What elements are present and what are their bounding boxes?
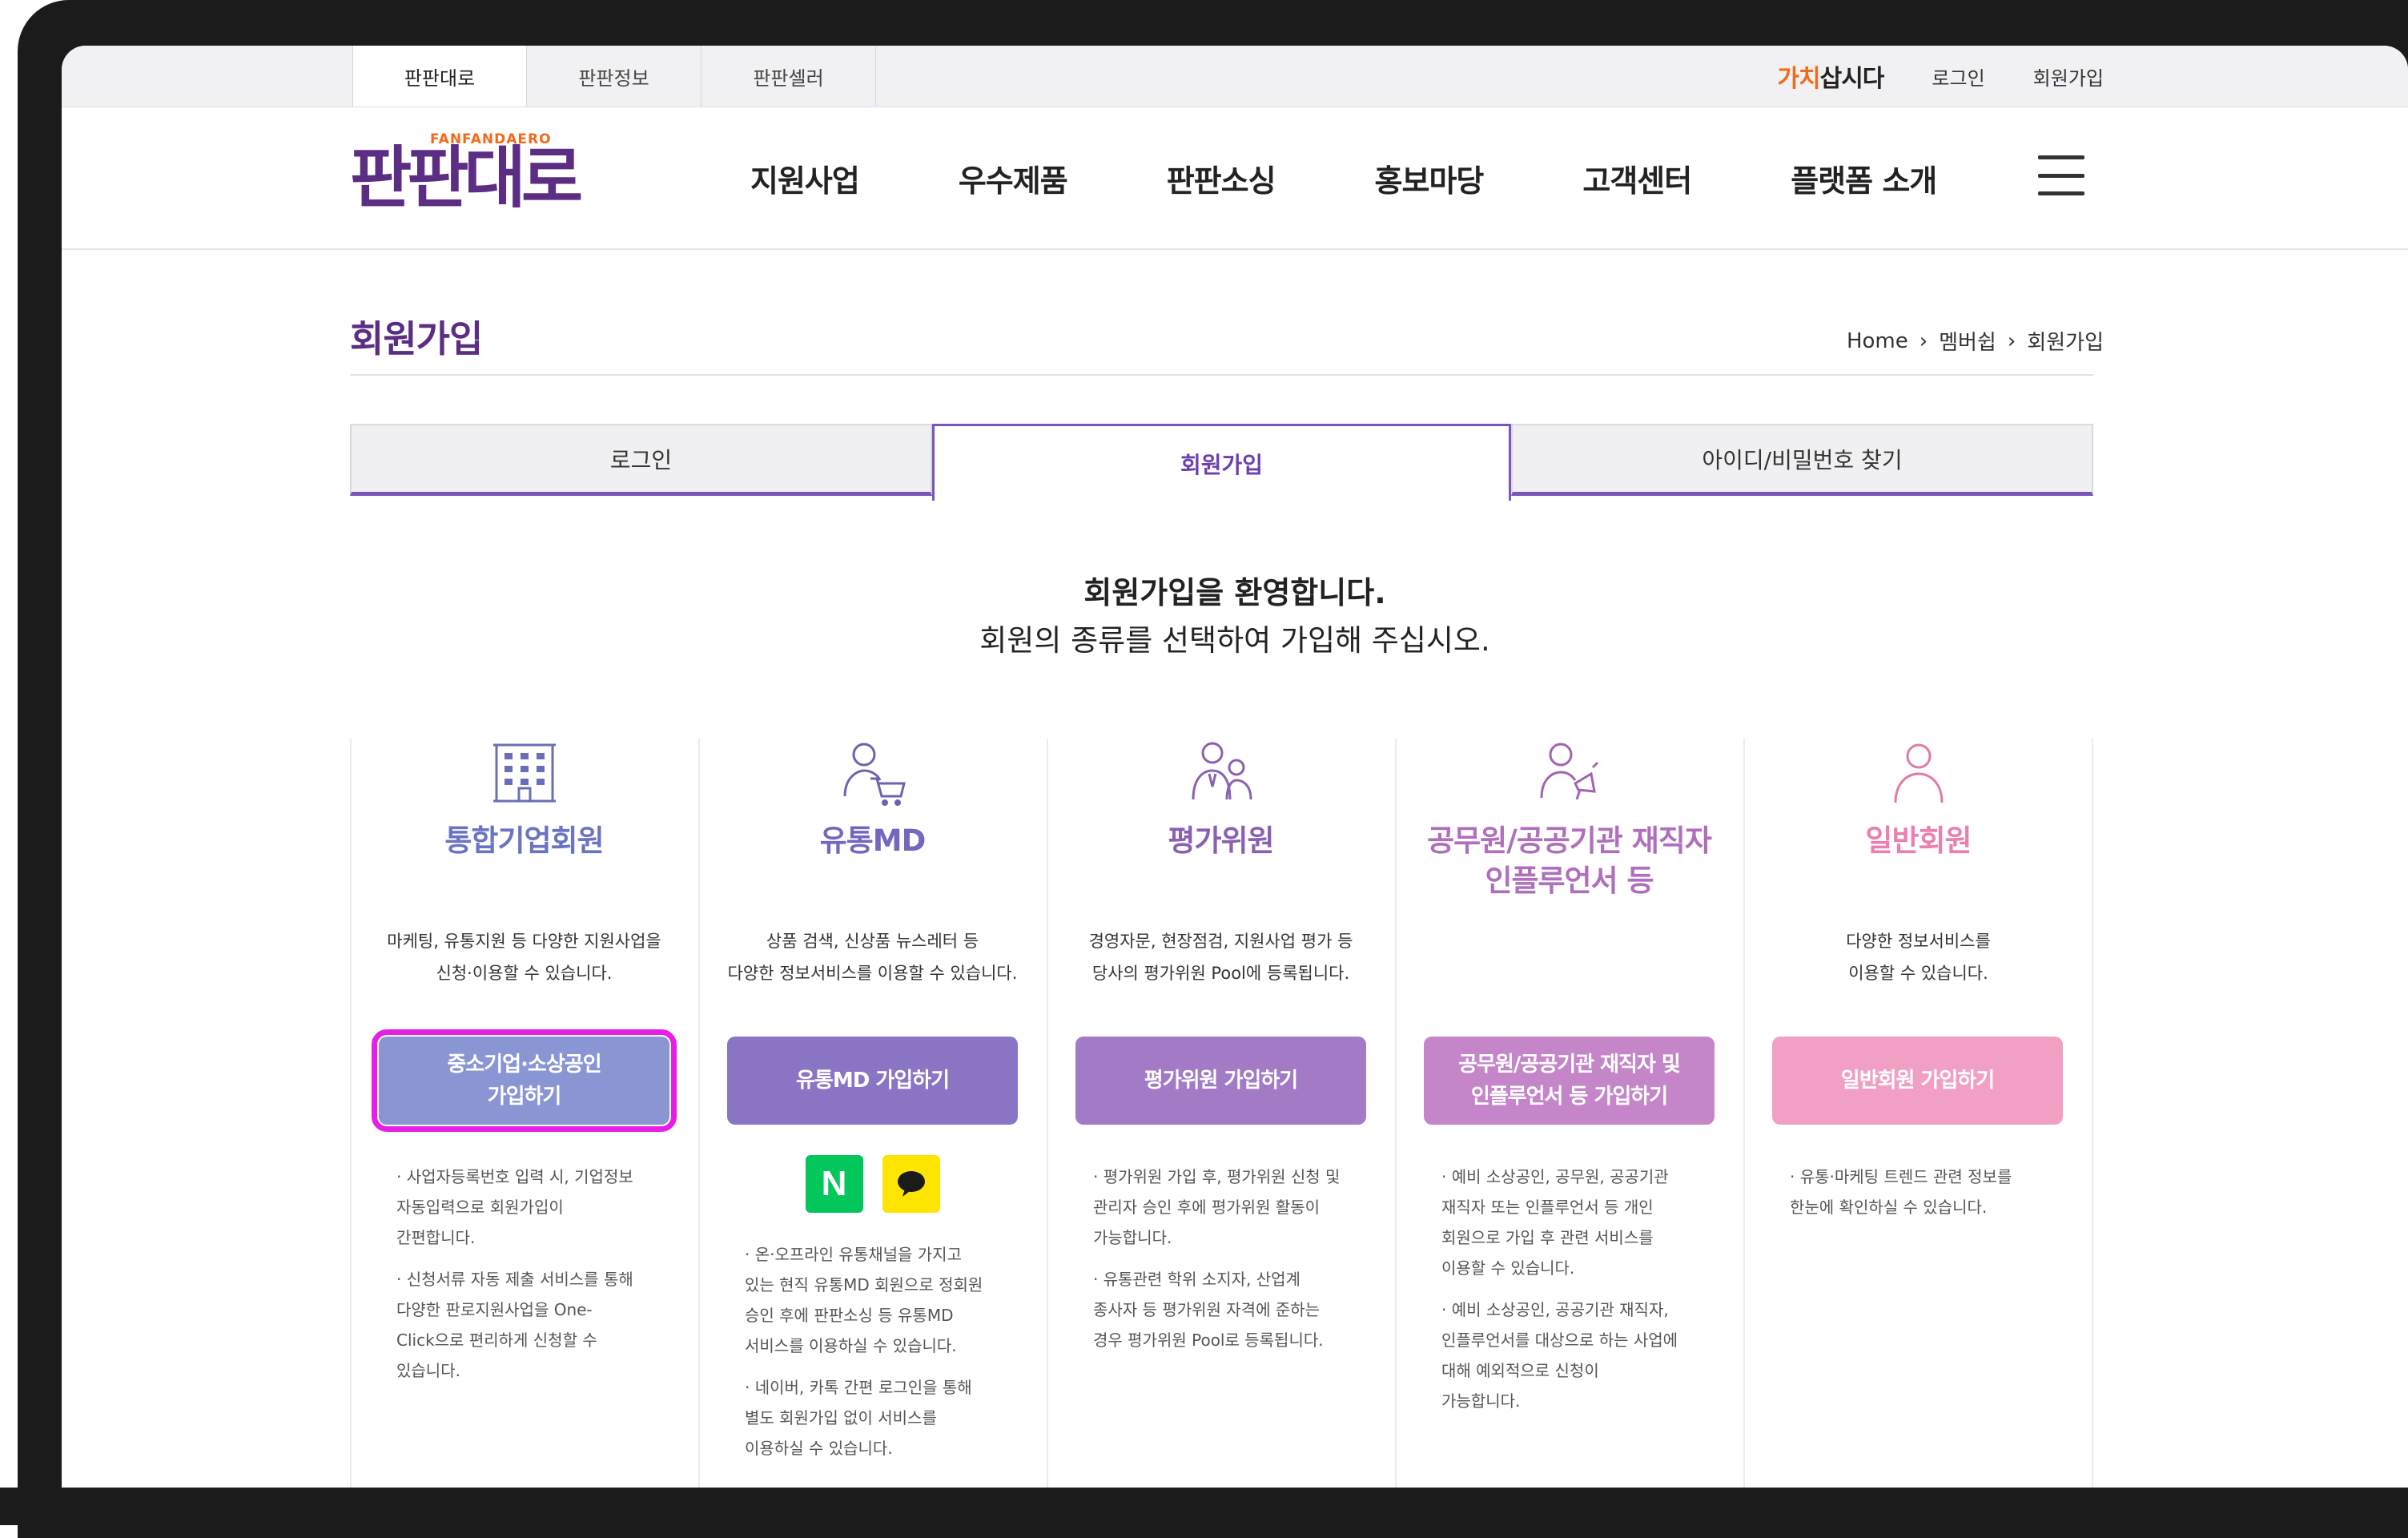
- logo-wordmark: 판판대로: [350, 139, 583, 217]
- tab-signup[interactable]: 회원가입: [932, 424, 1511, 501]
- note-item: · 유통·마케팅 트렌드 관련 정보를 한눈에 확인하실 수 있습니다.: [1790, 1167, 2012, 1217]
- chevron-right-icon: ›: [1919, 328, 1928, 353]
- member-type-name: 일반회원: [1865, 823, 1972, 858]
- nav-item-platform-intro[interactable]: 플랫폼 소개: [1791, 156, 1937, 200]
- member-type-evaluator: 평가위원 경영자문, 현장점검, 지원사업 평가 등 당사의 평가위원 Pool…: [1047, 739, 1395, 1488]
- member-type-desc: 경영자문, 현장점검, 지원사업 평가 등 당사의 평가위원 Pool에 등록됩…: [1088, 932, 1353, 983]
- member-type-notes: · 온·오프라인 유통채널을 가지고 있는 현직 유통MD 회원으로 정회원 승…: [745, 1239, 1017, 1475]
- note-item: · 사업자등록번호 입력 시, 기업정보 자동입력으로 회원가입이 간편합니다.: [396, 1167, 633, 1247]
- site-header: FANFANDAERO 판판대로 지원사업 우수제품 판판소싱 홍보마당 고객센…: [62, 107, 2408, 250]
- social-login: N: [698, 1155, 1047, 1213]
- general-signup-button[interactable]: 일반회원 가입하기: [1772, 1037, 2063, 1125]
- site-tab-info[interactable]: 판판정보: [527, 46, 701, 107]
- person-cart-icon: [843, 743, 906, 806]
- breadcrumb-home[interactable]: Home: [1847, 329, 1908, 353]
- member-type-company: 통합기업회원 마케팅, 유통지원 등 다양한 지원사업을 신청·이용할 수 있습…: [350, 739, 698, 1488]
- company-signup-button[interactable]: 중소기업·소상공인 가입하기: [372, 1029, 677, 1132]
- login-link[interactable]: 로그인: [1932, 62, 1984, 91]
- member-type-public: 공무원/공공기관 재직자 인플루언서 등 공무원/공공기관 재직자 및 인플루언…: [1395, 739, 1743, 1488]
- note-item: · 네이버, 카톡 간편 로그인을 통해 별도 회원가입 없이 서비스를 이용하…: [745, 1378, 972, 1458]
- menu-hamburger-icon[interactable]: [2038, 155, 2084, 195]
- kakao-speech-icon: [897, 1171, 925, 1197]
- note-item: · 신청서류 자동 제출 서비스를 통해 다양한 판로지원사업을 One- Cl…: [396, 1270, 633, 1380]
- nav-item-promotion[interactable]: 홍보마당: [1375, 156, 1485, 200]
- person-icon: [1894, 743, 1943, 803]
- signup-link[interactable]: 회원가입: [2033, 62, 2104, 91]
- welcome-subheading: 회원의 종류를 선택하여 가입해 주십시오.: [979, 623, 1490, 658]
- note-item: · 예비 소상공인, 공무원, 공공기관 재직자 또는 인플루언서 등 개인 회…: [1441, 1167, 1669, 1278]
- person-megaphone-icon: [1540, 743, 1598, 800]
- member-type-notes: · 예비 소상공인, 공무원, 공공기관 재직자 또는 인플루언서 등 개인 회…: [1441, 1162, 1714, 1427]
- browser-viewport: 판판대로 판판정보 판판셀러 가치삽시다 로그인 회원가입 FANFANDAER…: [62, 46, 2408, 1488]
- device-bottom-bezel: [0, 1488, 2408, 1525]
- member-type-notes: · 유통·마케팅 트렌드 관련 정보를 한눈에 확인하실 수 있습니다.: [1790, 1162, 2062, 1234]
- breadcrumb: Home › 멤버쉽 › 회원가입: [1847, 326, 2104, 356]
- note-item: · 온·오프라인 유통채널을 가지고 있는 현직 유통MD 회원으로 정회원 승…: [745, 1245, 983, 1355]
- evaluators-icon: [1192, 742, 1252, 800]
- evaluator-signup-button[interactable]: 평가위원 가입하기: [1075, 1037, 1366, 1125]
- member-type-notes: · 평가위원 가입 후, 평가위원 신청 및 관리자 승인 후에 평가위원 활동…: [1093, 1162, 1365, 1367]
- welcome-heading: 회원가입을 환영합니다.: [1083, 575, 1386, 610]
- member-type-name: 평가위원: [1168, 823, 1274, 858]
- page-title: 회원가입: [350, 317, 483, 360]
- member-type-desc: 다양한 정보서비스를 이용할 수 있습니다.: [1846, 932, 1991, 983]
- note-item: · 평가위원 가입 후, 평가위원 신청 및 관리자 승인 후에 평가위원 활동…: [1093, 1167, 1341, 1247]
- member-type-desc: 상품 검색, 신상품 뉴스레터 등 다양한 정보서비스를 이용할 수 있습니다.: [727, 932, 1018, 983]
- tab-login[interactable]: 로그인: [350, 424, 932, 496]
- tab-find-id-password[interactable]: 아이디/비밀번호 찾기: [1511, 424, 2093, 496]
- member-tabs: 로그인 회원가입 아이디/비밀번호 찾기: [350, 424, 2093, 501]
- breadcrumb-membership[interactable]: 멤버쉽: [1939, 326, 1996, 356]
- member-type-desc: 마케팅, 유통지원 등 다양한 지원사업을 신청·이용할 수 있습니다.: [387, 932, 661, 983]
- utility-bar: 판판대로 판판정보 판판셀러 가치삽시다 로그인 회원가입: [62, 46, 2408, 107]
- nav-item-support[interactable]: 지원사업: [750, 156, 860, 200]
- nav-item-customer-center[interactable]: 고객센터: [1582, 156, 1692, 200]
- main-nav: 지원사업 우수제품 판판소싱 홍보마당 고객센터 플랫폼 소개: [750, 107, 2036, 248]
- site-tab-seller[interactable]: 판판셀러: [701, 46, 876, 107]
- building-icon: [492, 743, 556, 803]
- naver-login-button[interactable]: N: [805, 1155, 863, 1213]
- member-type-name: 유통MD: [819, 823, 927, 858]
- chevron-right-icon: ›: [2007, 328, 2016, 353]
- utility-links: 가치삽시다 로그인 회원가입: [1777, 46, 2104, 107]
- member-type-general: 일반회원 다양한 정보서비스를 이용할 수 있습니다. 일반회원 가입하기 · …: [1743, 739, 2093, 1488]
- note-item: · 예비 소상공인, 공공기관 재직자, 인플루언서를 대상으로 하는 사업에 …: [1441, 1300, 1678, 1411]
- nav-item-sourcing[interactable]: 판판소싱: [1167, 156, 1276, 200]
- md-signup-button[interactable]: 유통MD 가입하기: [727, 1037, 1018, 1125]
- site-logo[interactable]: FANFANDAERO 판판대로: [350, 130, 614, 226]
- member-type-md: 유통MD 상품 검색, 신상품 뉴스레터 등 다양한 정보서비스를 이용할 수 …: [698, 739, 1047, 1488]
- site-tab-fanfandaero[interactable]: 판판대로: [352, 46, 527, 107]
- note-item: · 유통관련 학위 소지자, 산업계 종사자 등 평가위원 자격에 준하는 경우…: [1093, 1270, 1324, 1350]
- member-type-name: 통합기업회원: [444, 823, 604, 858]
- member-type-notes: · 사업자등록번호 입력 시, 기업정보 자동입력으로 회원가입이 간편합니다.…: [396, 1162, 669, 1397]
- gachi-brand-link[interactable]: 가치삽시다: [1777, 58, 1884, 94]
- public-signup-button[interactable]: 공무원/공공기관 재직자 및 인플루언서 등 가입하기: [1424, 1037, 1715, 1125]
- kakao-login-button[interactable]: [882, 1155, 940, 1213]
- breadcrumb-current: 회원가입: [2027, 331, 2104, 355]
- member-type-name: 공무원/공공기관 재직자 인플루언서 등: [1427, 823, 1712, 898]
- nav-item-products[interactable]: 우수제품: [959, 156, 1068, 200]
- title-divider: [350, 374, 2093, 376]
